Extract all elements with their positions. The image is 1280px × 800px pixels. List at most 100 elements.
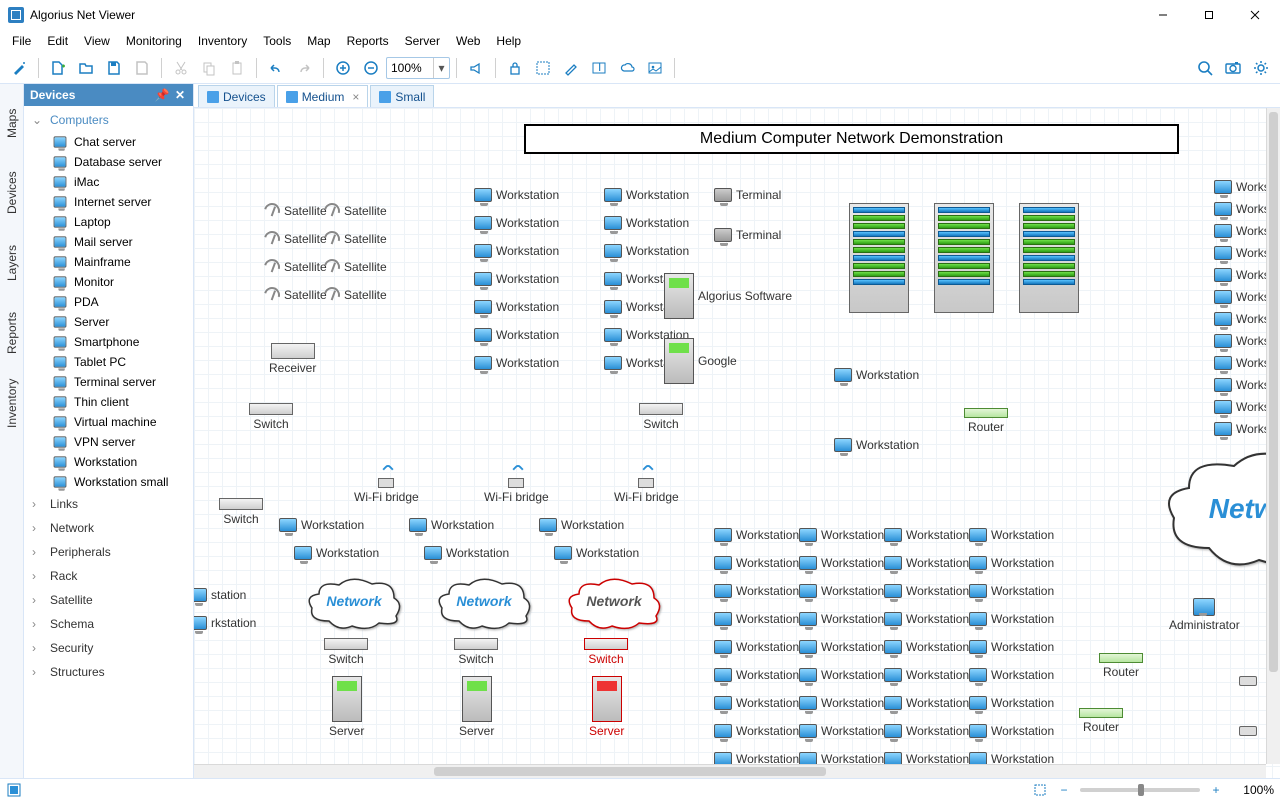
search-icon[interactable] bbox=[1192, 55, 1218, 81]
map-node[interactable]: Works bbox=[1214, 202, 1270, 216]
announce-icon[interactable] bbox=[463, 55, 489, 81]
menu-server[interactable]: Server bbox=[397, 32, 448, 50]
map-node[interactable]: Receiver bbox=[269, 343, 316, 375]
zoom-plus-icon[interactable]: + bbox=[1208, 782, 1224, 798]
map-node[interactable]: Works bbox=[1214, 422, 1270, 436]
device-item[interactable]: Tablet PC bbox=[24, 352, 193, 372]
map-node[interactable] bbox=[1019, 203, 1079, 313]
map-node[interactable]: Works bbox=[1214, 224, 1270, 238]
device-item[interactable]: Mainframe bbox=[24, 252, 193, 272]
draw-icon[interactable] bbox=[558, 55, 584, 81]
device-item[interactable]: Server bbox=[24, 312, 193, 332]
map-node[interactable]: Switch bbox=[249, 403, 293, 431]
map-node[interactable]: Workstation bbox=[474, 216, 559, 230]
map-node[interactable]: Workstation bbox=[714, 556, 799, 570]
map-node[interactable]: Terminal bbox=[714, 228, 781, 242]
image-icon[interactable] bbox=[642, 55, 668, 81]
map-node[interactable]: Works bbox=[1214, 268, 1270, 282]
map-node[interactable]: Workstation bbox=[884, 612, 969, 626]
map-node[interactable]: Workstation bbox=[714, 696, 799, 710]
map-node[interactable]: Works bbox=[1214, 378, 1270, 392]
map-node[interactable]: station bbox=[194, 588, 246, 602]
cut-icon[interactable] bbox=[168, 55, 194, 81]
map-node[interactable]: Workstation bbox=[799, 556, 884, 570]
cloud-icon[interactable] bbox=[614, 55, 640, 81]
undo-icon[interactable] bbox=[263, 55, 289, 81]
map-node[interactable]: Wi-Fi bridge bbox=[484, 478, 549, 504]
gear-icon[interactable] bbox=[1248, 55, 1274, 81]
map-node[interactable]: Workstation bbox=[799, 528, 884, 542]
menu-map[interactable]: Map bbox=[299, 32, 338, 50]
zoom-input[interactable] bbox=[387, 61, 433, 75]
fit-screen-icon[interactable] bbox=[1032, 782, 1048, 798]
maximize-button[interactable] bbox=[1186, 0, 1232, 30]
map-node[interactable]: Workstation bbox=[604, 216, 689, 230]
map-node[interactable]: rkstation bbox=[194, 616, 256, 630]
map-node[interactable]: Satellite bbox=[324, 231, 387, 247]
map-node[interactable]: Workstation bbox=[884, 696, 969, 710]
device-item[interactable]: Thin client bbox=[24, 392, 193, 412]
cat-security[interactable]: ›Security bbox=[24, 636, 193, 660]
map-node[interactable]: Workstation bbox=[799, 640, 884, 654]
map-node[interactable]: Workstation bbox=[409, 518, 494, 532]
close-button[interactable] bbox=[1232, 0, 1278, 30]
map-node[interactable]: Workstation bbox=[884, 528, 969, 542]
map-node[interactable]: Satellite bbox=[264, 287, 327, 303]
map-node[interactable]: Workstation bbox=[884, 640, 969, 654]
rail-tab-reports[interactable]: Reports bbox=[1, 298, 23, 368]
new-file-icon[interactable] bbox=[45, 55, 71, 81]
menu-reports[interactable]: Reports bbox=[339, 32, 397, 50]
device-item[interactable]: Database server bbox=[24, 152, 193, 172]
rail-tab-maps[interactable]: Maps bbox=[1, 88, 23, 158]
network-cloud[interactable]: Network bbox=[434, 576, 534, 631]
map-node[interactable]: Terminal bbox=[714, 188, 781, 202]
map-node[interactable]: Server bbox=[589, 676, 624, 738]
map-node[interactable]: Works bbox=[1214, 290, 1270, 304]
map-node[interactable]: Satellite bbox=[324, 203, 387, 219]
device-item[interactable]: iMac bbox=[24, 172, 193, 192]
menu-monitoring[interactable]: Monitoring bbox=[118, 32, 190, 50]
copy-icon[interactable] bbox=[196, 55, 222, 81]
map-node[interactable]: Server bbox=[329, 676, 364, 738]
menu-tools[interactable]: Tools bbox=[255, 32, 299, 50]
map-node[interactable]: Router bbox=[1099, 653, 1143, 679]
redo-icon[interactable] bbox=[291, 55, 317, 81]
map-node[interactable]: Workstation bbox=[969, 640, 1054, 654]
map-node[interactable]: Workstation bbox=[554, 546, 639, 560]
map-node[interactable]: Switch bbox=[454, 638, 498, 666]
device-item[interactable]: Chat server bbox=[24, 132, 193, 152]
network-canvas[interactable]: Medium Computer Network Demonstration Ne… bbox=[194, 108, 1280, 778]
device-item[interactable]: Workstation bbox=[24, 452, 193, 472]
map-node[interactable]: Workstation bbox=[799, 584, 884, 598]
map-node[interactable]: Works bbox=[1214, 312, 1270, 326]
zoom-in-icon[interactable] bbox=[330, 55, 356, 81]
map-node[interactable]: Workstation bbox=[799, 668, 884, 682]
map-node[interactable]: Workstation bbox=[969, 528, 1054, 542]
map-node[interactable]: Workstation bbox=[884, 724, 969, 738]
network-cloud[interactable]: Network bbox=[304, 576, 404, 631]
select-icon[interactable] bbox=[530, 55, 556, 81]
zoom-combo[interactable]: ▾ bbox=[386, 57, 450, 79]
device-item[interactable]: Virtual machine bbox=[24, 412, 193, 432]
map-node[interactable] bbox=[1239, 726, 1257, 736]
menu-edit[interactable]: Edit bbox=[39, 32, 76, 50]
rail-tab-inventory[interactable]: Inventory bbox=[1, 368, 23, 438]
map-node[interactable]: Switch bbox=[219, 498, 263, 526]
map-node[interactable]: Workstation bbox=[474, 272, 559, 286]
device-item[interactable]: Laptop bbox=[24, 212, 193, 232]
menu-view[interactable]: View bbox=[76, 32, 118, 50]
device-item[interactable]: Internet server bbox=[24, 192, 193, 212]
map-node[interactable]: Workstation bbox=[834, 438, 919, 452]
zoom-slider[interactable] bbox=[1080, 788, 1200, 792]
cat-rack[interactable]: ›Rack bbox=[24, 564, 193, 588]
map-node[interactable]: Router bbox=[964, 408, 1008, 434]
map-node[interactable]: Satellite bbox=[264, 259, 327, 275]
map-node[interactable]: Workstation bbox=[474, 356, 559, 370]
map-node[interactable]: Workstation bbox=[969, 668, 1054, 682]
zoom-minus-icon[interactable]: − bbox=[1056, 782, 1072, 798]
cat-network[interactable]: ›Network bbox=[24, 516, 193, 540]
map-node[interactable]: Router bbox=[1079, 708, 1123, 734]
map-node[interactable]: Server bbox=[459, 676, 494, 738]
device-item[interactable]: Monitor bbox=[24, 272, 193, 292]
device-item[interactable]: Terminal server bbox=[24, 372, 193, 392]
